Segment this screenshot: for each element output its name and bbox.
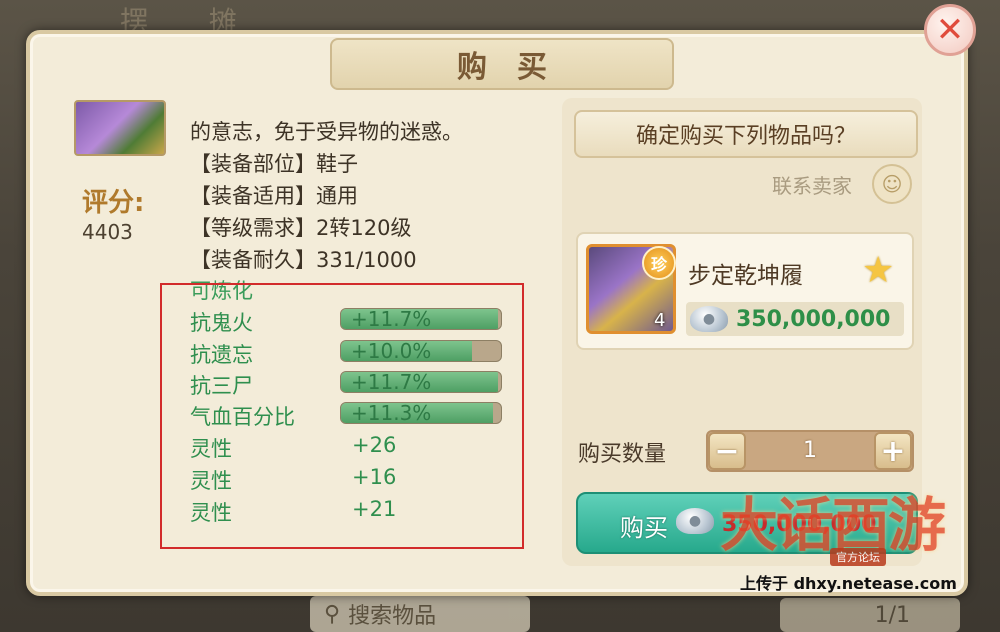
quantity-value[interactable]: 1 [790,438,830,463]
star-icon[interactable]: ★ [862,250,894,291]
search-icon: ⚲ [324,601,341,627]
price-row: ● 350,000,000 [686,302,904,336]
rare-badge: 珍 [642,246,676,280]
watermark-upload-text: 上传于 dhxy.netease.com [740,574,957,593]
minus-button[interactable]: − [708,432,746,470]
dialog-title: 购买 [457,50,577,85]
equip-slot-line: 【装备部位】鞋子 [190,152,358,176]
score-label: 评分: [82,188,145,218]
item-level: 4 [654,310,666,331]
buy-button-label: 购买 [620,514,668,542]
confirm-prompt: 确定购买下列物品吗？ [574,110,918,158]
watermark-subtitle: 官方论坛 [830,548,886,566]
item-name: 步定乾坤履 [688,263,803,289]
durability-line: 【装备耐久】331/1000 [190,248,417,272]
close-button[interactable]: ✕ [924,4,976,56]
equip-usage-line: 【装备适用】通用 [190,184,358,208]
highlight-frame [160,283,524,549]
level-requirement-line: 【等级需求】2转120级 [190,216,412,240]
plus-button[interactable]: + [874,432,912,470]
close-icon: ✕ [935,10,965,50]
background-search-box: ⚲ 搜索物品 [310,596,530,632]
description-line: 的意志，免于受异物的迷惑。 [190,120,463,144]
silver-ingot-icon: ● [690,306,728,332]
item-thumbnail [74,100,166,156]
dialog-title-banner: 购买 [330,38,674,90]
quantity-label: 购买数量 [578,442,667,467]
score-value: 4403 [82,220,133,244]
background-pagination: 1/1 [780,598,960,632]
search-placeholder: 搜索物品 [348,604,437,629]
chat-icon[interactable]: ☺ [872,164,912,204]
item-price: 350,000,000 [736,306,891,332]
silver-ingot-icon: ● [676,508,714,534]
contact-seller-link[interactable]: 联系卖家 [772,170,852,199]
